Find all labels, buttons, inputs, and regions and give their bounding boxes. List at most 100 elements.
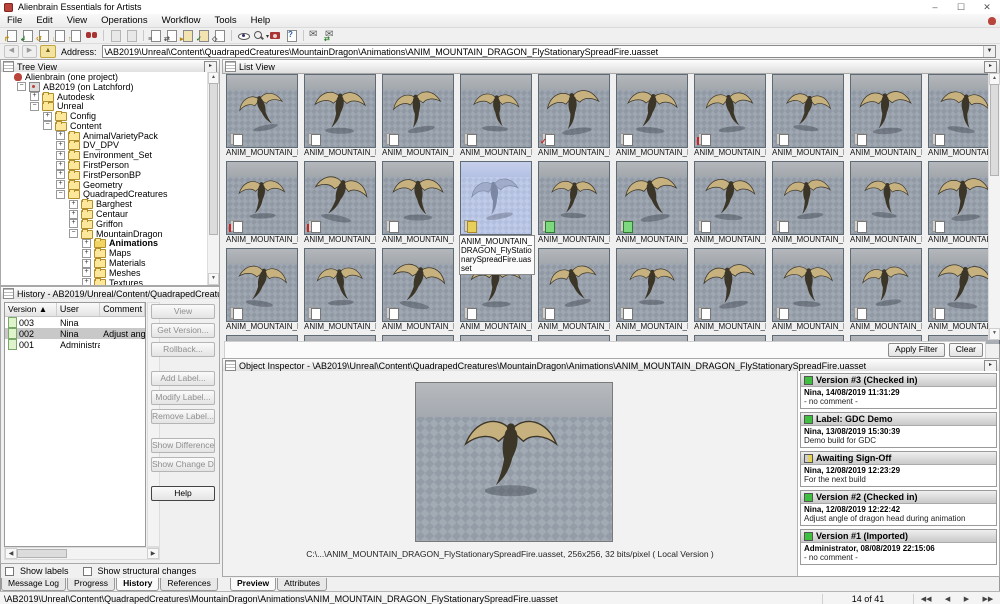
help-button[interactable]: Help	[151, 486, 215, 501]
collapse-icon[interactable]: −	[17, 82, 26, 91]
version-event-card[interactable]: Version #1 (Imported)Administrator, 08/0…	[800, 529, 997, 565]
forward-button[interactable]: ▶	[22, 45, 37, 58]
thumbnail-image[interactable]	[382, 74, 454, 148]
list-scrollbar[interactable]: ▲ ▼	[988, 73, 1000, 340]
show-structural-changes-checkbox[interactable]	[83, 567, 92, 576]
asset-thumbnail[interactable]: ANIM_MOUNTAIN_D...	[848, 247, 926, 334]
asset-thumbnail[interactable]: ANIM_MOUNTAIN_D...	[692, 160, 770, 247]
expand-icon[interactable]: +	[82, 278, 91, 286]
clear-filter-button[interactable]: Clear	[949, 343, 983, 357]
asset-thumbnail[interactable]: ANIM_MOUNTAIN_D...	[302, 73, 380, 160]
asset-thumbnail[interactable]: ANIM_MOUNTAIN_D...	[848, 73, 926, 160]
tree-item-maps[interactable]: +Maps	[1, 248, 219, 258]
tree-item-animalvarietypack[interactable]: +AnimalVarietyPack	[1, 131, 219, 141]
menu-item-operations[interactable]: Operations	[94, 15, 154, 26]
paste-icon[interactable]	[124, 29, 139, 42]
version-event-card[interactable]: Version #2 (Checked in)Nina, 12/08/2019 …	[800, 490, 997, 526]
thumbnail-image[interactable]	[304, 248, 376, 322]
thumbnail-image[interactable]	[850, 74, 922, 148]
asset-thumbnail[interactable]: ANIM_MOUNTAIN_D...	[614, 73, 692, 160]
prev-page-button[interactable]: ◀	[945, 595, 950, 603]
asset-thumbnail[interactable]: ANIM_MOUNTAIN_D...	[692, 247, 770, 334]
asset-thumbnail[interactable]: ANIM_MOUNTAIN_D...	[380, 73, 458, 160]
asset-thumbnail[interactable]: ANIM_MOUNTAIN_D...	[614, 160, 692, 247]
asset-thumbnail[interactable]: ANIM_MOUNTAIN_DRAGON_FlyStationarySpread…	[458, 160, 536, 247]
expand-icon[interactable]: +	[56, 170, 65, 179]
asset-thumbnail[interactable]: ANIM_MOUNTAIN_D...	[692, 73, 770, 160]
scrollbar-thumb[interactable]	[17, 549, 67, 558]
object-inspector-menu-button[interactable]: ▸	[984, 360, 997, 372]
references-icon[interactable]: ⇄	[164, 29, 179, 42]
last-page-button[interactable]: ▶▶	[982, 595, 993, 603]
asset-thumbnail[interactable]: ANIM_MOUNTAIN_D...	[536, 247, 614, 334]
menu-item-edit[interactable]: Edit	[29, 15, 59, 26]
tree-item-content[interactable]: −Content	[1, 121, 219, 131]
asset-thumbnail[interactable]: ANIM_MOUNTAIN_D...	[848, 160, 926, 247]
import-icon[interactable]: ↑	[68, 29, 83, 42]
tree-item-alienbrain-one-project-[interactable]: Alienbrain (one project)	[1, 72, 219, 82]
tree-item-firstpersonbp[interactable]: +FirstPersonBP	[1, 170, 219, 180]
history-hscrollbar[interactable]: ◀ ▶	[4, 547, 160, 560]
asset-thumbnail[interactable]: ANIM_MOUNTAIN_D...	[770, 73, 848, 160]
label-icon[interactable]: ▸	[180, 29, 195, 42]
scroll-down-icon[interactable]: ▼	[208, 273, 219, 285]
scroll-right-icon[interactable]: ▶	[147, 548, 159, 559]
thumbnail-image[interactable]	[772, 161, 844, 235]
asset-thumbnail[interactable]: ANIM_MOUNTAIN_D...	[224, 247, 302, 334]
collapse-icon[interactable]: −	[43, 121, 52, 130]
thumbnail-image[interactable]	[694, 74, 766, 148]
tree-item-griffon[interactable]: +Griffon	[1, 219, 219, 229]
thumbnail-image[interactable]	[772, 74, 844, 148]
thumbnail-image[interactable]	[850, 248, 922, 322]
thumbnail-image[interactable]	[460, 161, 532, 235]
tree-item-environment-set[interactable]: +Environment_Set	[1, 150, 219, 160]
tree-item-textures[interactable]: +Textures	[1, 278, 219, 286]
tree-item-unreal[interactable]: −Unreal	[1, 101, 219, 111]
expand-icon[interactable]: +	[82, 259, 91, 268]
tab-preview[interactable]: Preview	[230, 578, 276, 591]
expand-icon[interactable]: +	[43, 112, 52, 121]
expand-icon[interactable]: +	[30, 92, 39, 101]
undo-check-out-icon[interactable]: ↺	[36, 29, 51, 42]
tree-scrollbar[interactable]: ▲ ▼	[207, 72, 219, 285]
thumbnail-image[interactable]	[616, 74, 688, 148]
thumbnail-image[interactable]	[382, 248, 454, 322]
thumbnail-image[interactable]	[694, 248, 766, 322]
tree-item-centaur[interactable]: +Centaur	[1, 209, 219, 219]
browse-icon[interactable]: ◇	[212, 29, 227, 42]
close-button[interactable]: ✕	[974, 0, 1000, 14]
collapse-icon[interactable]: −	[30, 102, 39, 111]
expand-icon[interactable]: +	[56, 161, 65, 170]
expand-icon[interactable]: +	[69, 210, 78, 219]
next-page-button[interactable]: ▶	[964, 595, 969, 603]
asset-thumbnail[interactable]: ANIM_MOUNTAIN_D...	[380, 247, 458, 334]
asset-thumbnail[interactable]: ANIM_MOUNTAIN_D...	[614, 247, 692, 334]
tree-item-autodesk[interactable]: +Autodesk	[1, 92, 219, 102]
menu-item-file[interactable]: File	[0, 15, 29, 26]
expand-icon[interactable]: +	[82, 249, 91, 258]
mail-status-icon[interactable]: ✉⇄	[324, 29, 339, 42]
expand-icon[interactable]: +	[69, 219, 78, 228]
tree-item-materials[interactable]: +Materials	[1, 258, 219, 268]
thumbnail-image[interactable]	[850, 161, 922, 235]
find-icon[interactable]	[84, 29, 99, 42]
version-event-card[interactable]: Awaiting Sign-OffNina, 12/08/2019 12:23:…	[800, 451, 997, 487]
asset-thumbnail[interactable]: ANIM_MOUNTAIN_D...	[224, 73, 302, 160]
minimize-button[interactable]: –	[922, 0, 948, 14]
thumbnail-image[interactable]	[538, 248, 610, 322]
column-header-version[interactable]: Version ▲	[5, 303, 57, 316]
expand-icon[interactable]: +	[56, 180, 65, 189]
collapse-icon[interactable]: −	[56, 190, 65, 199]
menu-item-help[interactable]: Help	[244, 15, 278, 26]
thumbnail-image[interactable]	[460, 74, 532, 148]
scrollbar-thumb[interactable]	[209, 83, 218, 235]
thumbnail-image[interactable]	[772, 248, 844, 322]
expand-icon[interactable]: +	[69, 200, 78, 209]
asset-thumbnail[interactable]: ANIM_MOUNTAIN_D...	[224, 160, 302, 247]
up-folder-button[interactable]: ▲	[40, 45, 56, 58]
thumbnail-image[interactable]	[304, 74, 376, 148]
preview-icon[interactable]	[236, 29, 251, 42]
thumbnail-image[interactable]: ✓	[538, 74, 610, 148]
version-row-003[interactable]: 003Nina	[5, 317, 145, 328]
thumbnail-image[interactable]	[694, 161, 766, 235]
